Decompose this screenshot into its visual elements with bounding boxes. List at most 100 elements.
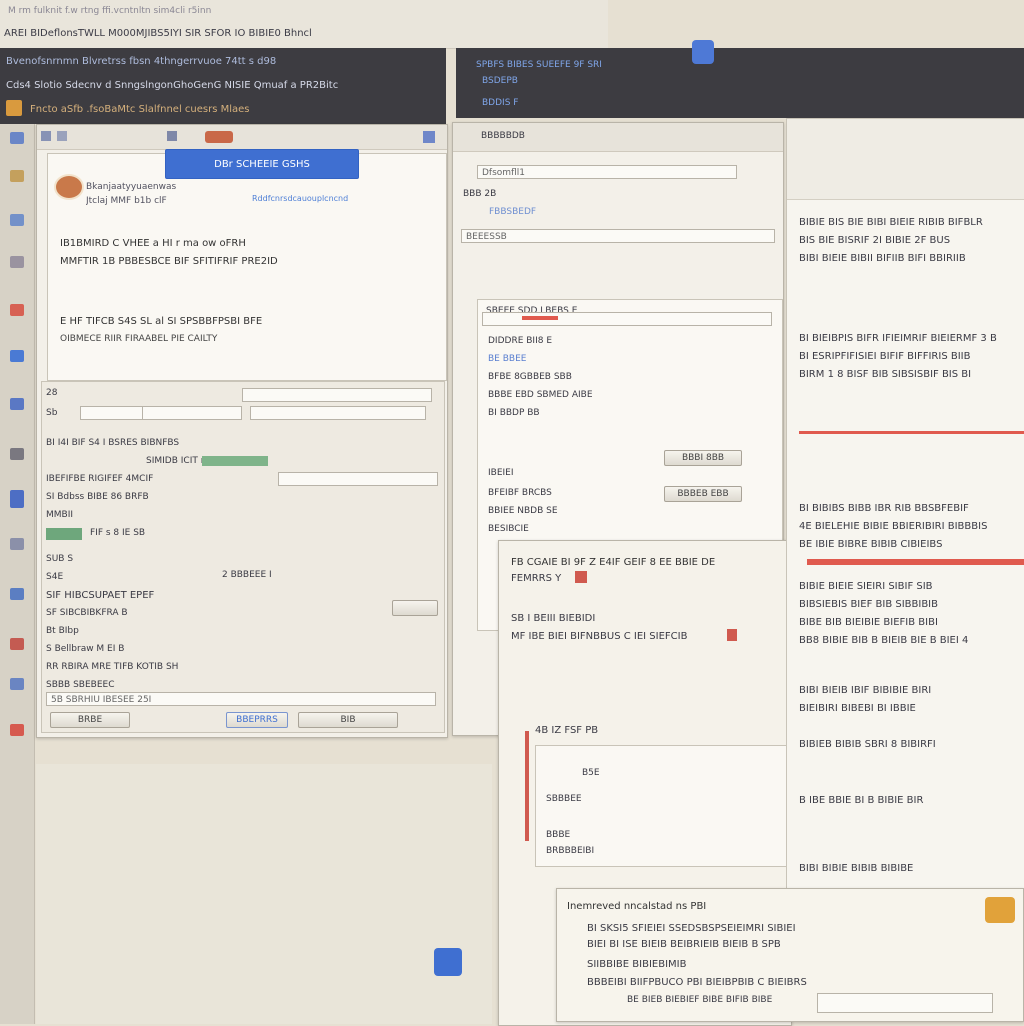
gear-icon[interactable]: [10, 588, 24, 600]
form-side-button[interactable]: [392, 600, 438, 616]
top-right-line1: SPBFS BIBES SUEEFE 9F SRI: [476, 60, 602, 70]
middle-line-1: BBB 2B: [463, 189, 497, 199]
message-line4: OIBMECE RIIR FIRAABEL PIE CAILTY: [60, 334, 218, 344]
top-bar-line1: M rm fulknit f.w rtng ffi.vcntnltn sim4c…: [8, 6, 212, 16]
right-row-12: BIBE BIB BIEIBIE BIEFIB BIBI: [799, 617, 938, 628]
left-window-title-line2: Cds4 Slotio Sdecnv d SnngslngonGhoGenG N…: [6, 80, 339, 91]
form-input-3[interactable]: [250, 406, 426, 420]
middle-row-6: IBEIEI: [488, 468, 514, 478]
right-row-3: BIBI BIEIE BIBII BIFIIB BIFI BBIRIIB: [799, 253, 966, 264]
middle-field-1[interactable]: Dfsomfll1: [477, 165, 737, 179]
ok-button[interactable]: BRBE: [50, 712, 130, 728]
middle-button-1[interactable]: BBBI 8BB: [664, 450, 742, 466]
dialog-vertical-slider[interactable]: [525, 731, 529, 841]
form-input-4[interactable]: [278, 472, 438, 486]
middle-row-8: BBIEE NBDB SE: [488, 506, 558, 516]
top-bar-line2: AREI BIDeflonsTWLL M000MJIBS5IYI SIR SFO…: [4, 28, 312, 39]
right-panel-header: [787, 119, 1024, 200]
left-window-titlebar: Bvenofsnrnmn Blvretrss fbsn 4thngerrvuoe…: [0, 48, 446, 124]
cancel-button[interactable]: BIB: [298, 712, 398, 728]
middle-row-5: BI BBDP BB: [488, 408, 540, 418]
top-bar: M rm fulknit f.w rtng ffi.vcntnltn sim4c…: [0, 0, 608, 49]
form-row-15: SBBB SBEBEEC: [46, 680, 115, 690]
toolbar-red-icon[interactable]: [205, 131, 233, 143]
folder-icon[interactable]: [985, 897, 1015, 923]
mail-icon[interactable]: [10, 638, 24, 650]
shield-icon[interactable]: [10, 132, 24, 144]
right-red-bar: [807, 559, 1024, 565]
right-row-18: BIBI BIBIE BIBIB BIBIBE: [799, 863, 914, 874]
form-input-5[interactable]: 5B SBRHIU IBESEE 25I: [46, 692, 436, 706]
dialog-line-2: MF IBE BIEI BIFNBBUS C IEI SIEFCIB: [511, 631, 688, 642]
folder-icon[interactable]: [10, 170, 24, 182]
right-row-9: BE IBIE BIBRE BIBIB CIBIEIBS: [799, 539, 943, 550]
row-sb-label: Sb: [46, 408, 58, 418]
notification-icon[interactable]: [692, 40, 714, 64]
right-red-divider: [799, 431, 1024, 434]
right-row-11: BIBSIEBIS BIEF BIB SIBBIBIB: [799, 599, 938, 610]
middle-title: BBBBBDB: [481, 131, 525, 141]
form-label: 28: [46, 388, 58, 398]
right-row-2: BIS BIE BISRIF 2I BIBIE 2F BUS: [799, 235, 951, 246]
user-icon[interactable]: [10, 538, 24, 550]
dialog-head-1: FB CGAIE BI 9F Z E4IF GEIF 8 EE BBIE DE: [511, 557, 716, 568]
user-icon[interactable]: [10, 214, 24, 226]
taskbar-blue-icon[interactable]: [434, 948, 462, 976]
chart-icon[interactable]: [10, 448, 24, 460]
middle-button-2[interactable]: BBBEB EBB: [664, 486, 742, 502]
form-input-top[interactable]: [242, 388, 432, 402]
middle-line-2: FBBSBEDF: [489, 207, 537, 217]
middle-row-7: BFEIBF BRCBS: [488, 488, 552, 498]
right-row-4: BI BIEIBPIS BIFR IFIEIMRIF BIEIERMF 3 B: [799, 333, 997, 344]
right-panel: BIBIE BIS BIE BIBI BIEIE RIBIB BIFBLR BI…: [786, 118, 1024, 900]
middle-row-9: BESIBCIE: [488, 524, 529, 534]
middle-nav-field[interactable]: BEEESSB: [461, 229, 775, 243]
info-link[interactable]: Rddfcnrsdcauouplcncnd: [252, 194, 362, 203]
form-row-4: SI Bdbss BIBE 86 BRFB: [46, 492, 149, 502]
dialog-sub-2: SBBBEE: [546, 794, 582, 804]
document-icon[interactable]: [10, 724, 24, 736]
right-row-15: BIEIBIRI BIBEBI BI IBBIE: [799, 703, 916, 714]
form-row-3: IBEFIFBE RIGIFEF 4MCIF: [46, 474, 154, 484]
forward-icon[interactable]: [57, 131, 67, 141]
form-area: 28 Sb BI I4I BIF S4 I BSRES BIBNFBS SIMI…: [41, 381, 445, 733]
dialog-sub-panel: B5E SBBBEE BBBE BRBBBEIBI: [535, 745, 787, 867]
message-line3: E HF TIFCB S4S SL al SI SPSBBFPSBI BFE: [60, 316, 263, 327]
form-row-12: Bt BIbp: [46, 626, 79, 636]
left-window-orange-icon: [6, 100, 22, 116]
globe-icon[interactable]: [10, 350, 24, 362]
document-icon[interactable]: [10, 398, 24, 410]
form-row-7: SUB S: [46, 554, 74, 564]
dialog-head-2: FEMRRS Y: [511, 573, 562, 584]
bottom-dialog-title: Inemreved nncalstad ns PBI: [567, 901, 707, 912]
form-row-13: S Bellbraw M EI B: [46, 644, 125, 654]
form-input-2[interactable]: [142, 406, 242, 420]
left-window-title-line3: Fncto aSfb .fsoBaMtc Slalfnnel cuesrs Ml…: [30, 104, 250, 115]
dbr-button[interactable]: DBr SCHEEIE GSHS: [165, 149, 359, 179]
green-progress: [202, 456, 268, 466]
globe-icon[interactable]: [10, 678, 24, 690]
right-row-10: BIBIE BIEIE SIEIRI SIBIF SIB: [799, 581, 933, 592]
form-row-8: S4E: [46, 572, 64, 582]
form-row-5: MMBII: [46, 510, 74, 520]
message-line2: MMFTIR 1B PBBESBCE BIF SFITIFRIF PRE2ID: [60, 256, 278, 267]
green-tag: [46, 528, 82, 540]
bottom-dialog: Inemreved nncalstad ns PBI BI SKSI5 SFIE…: [556, 888, 1024, 1022]
left-window: Bkanjaatyyuaenwas Jtclaj MMF b1b clF Rdd…: [36, 124, 448, 738]
refresh-icon[interactable]: [167, 131, 177, 141]
folder-icon[interactable]: [10, 490, 24, 508]
info-line1: Bkanjaatyyuaenwas: [86, 182, 177, 192]
accent-button[interactable]: BBEPRRS: [226, 712, 288, 728]
bottom-dialog-line-2: BIEI BI ISE BIEIB BEIBRIEIB BIEIB B SPB: [587, 939, 781, 950]
form-row-9: SIF HIBCSUPAET EPEF: [46, 590, 155, 601]
dialog-sub-1: B5E: [582, 768, 600, 778]
form-row-1: BI I4I BIF S4 I BSRES BIBNFBS: [46, 438, 180, 448]
dialog-sub-4: BRBBBEIBI: [546, 846, 595, 856]
top-right-line3: BDDIS F: [482, 98, 519, 108]
gear-icon[interactable]: [10, 256, 24, 268]
bottom-dialog-input[interactable]: [817, 993, 993, 1013]
mail-icon[interactable]: [10, 304, 24, 316]
back-icon[interactable]: [41, 131, 51, 141]
right-row-7: BI BIBIBS BIBB IBR RIB BBSBFEBIF: [799, 503, 969, 514]
help-icon[interactable]: [423, 131, 435, 143]
